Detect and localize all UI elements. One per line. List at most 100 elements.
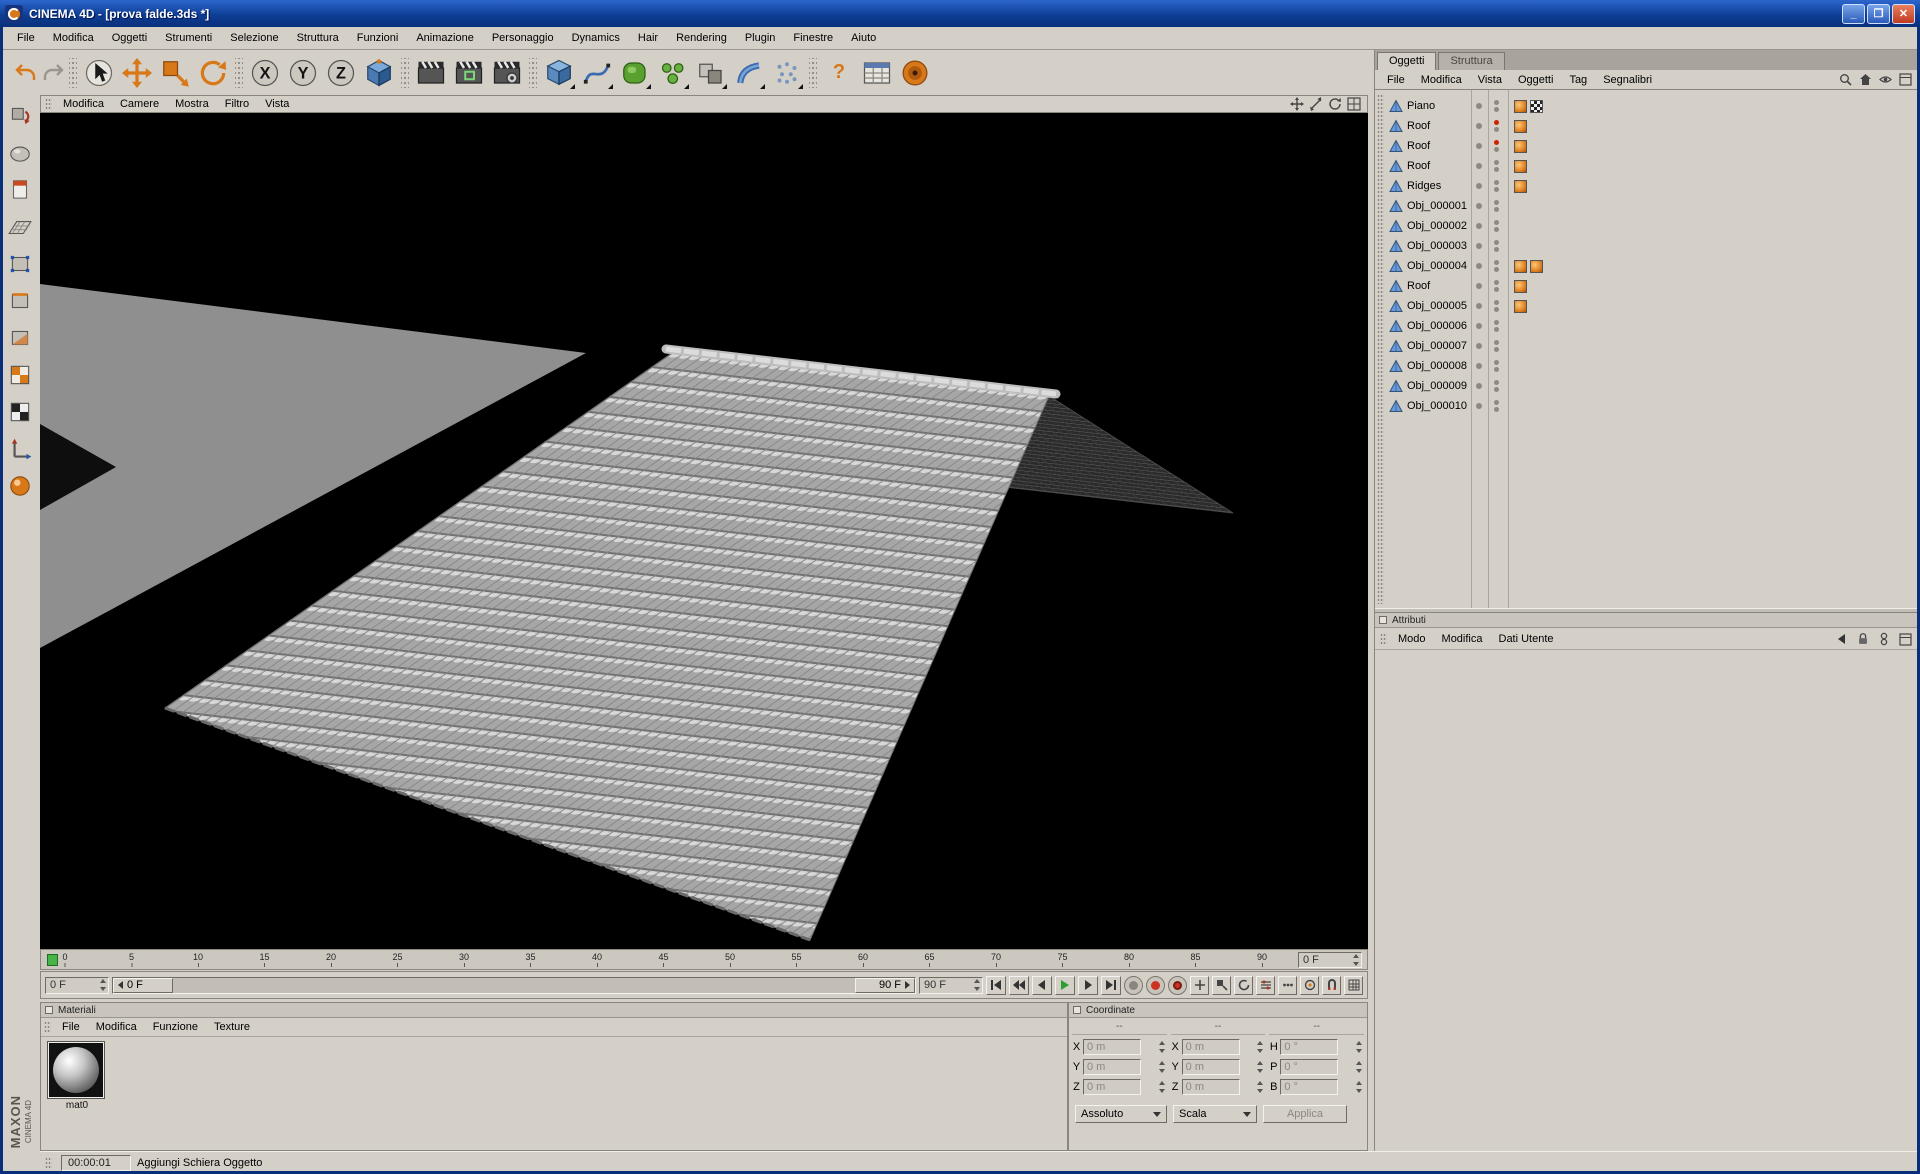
object-name[interactable]: Obj_000001 <box>1407 200 1471 212</box>
record-keyframe-button[interactable] <box>1146 976 1165 995</box>
tab-oggetti[interactable]: Oggetti <box>1377 52 1436 70</box>
primitive-cube-button[interactable] <box>540 54 578 92</box>
make-editable-button[interactable] <box>5 101 35 131</box>
visibility-toggles[interactable] <box>1494 400 1499 412</box>
record-pla-toggle[interactable] <box>1278 976 1297 995</box>
material-thumbnail[interactable] <box>48 1042 104 1098</box>
layer-dot-icon[interactable] <box>1476 103 1482 109</box>
visibility-toggles[interactable] <box>1494 260 1499 272</box>
phong-tag-icon[interactable] <box>1530 260 1543 273</box>
visibility-toggles[interactable] <box>1494 360 1499 372</box>
menu-item-filtro[interactable]: Filtro <box>217 96 257 112</box>
frame-display-box[interactable]: 0 F <box>1298 952 1362 968</box>
timeline-ruler[interactable]: 051015202530354045505560657075808590 0 F <box>40 949 1368 970</box>
field-pos-x[interactable]: 0 m <box>1083 1039 1141 1055</box>
current-frame-spinner[interactable] <box>98 977 108 993</box>
rotate-tool-button[interactable] <box>194 54 232 92</box>
layer-dot-icon[interactable] <box>1476 403 1482 409</box>
object-name[interactable]: Roof <box>1407 120 1471 132</box>
menu-item-funzione[interactable]: Funzione <box>145 1019 206 1035</box>
record-parameter-toggle[interactable] <box>1256 976 1275 995</box>
menu-item-modifica[interactable]: Modifica <box>1434 631 1491 647</box>
object-row[interactable]: Ridges <box>1375 176 1920 196</box>
record-scale-toggle[interactable] <box>1212 976 1231 995</box>
spinner-rot-p[interactable] <box>1354 1059 1364 1075</box>
position-column-header[interactable]: -- <box>1072 1021 1167 1035</box>
menu-item-dynamics[interactable]: Dynamics <box>563 29 629 47</box>
panel-pin-checkbox[interactable] <box>45 1006 53 1014</box>
rotate-view-button[interactable] <box>1327 97 1343 112</box>
lock-x-button[interactable]: X <box>246 54 284 92</box>
menu-item-plugin[interactable]: Plugin <box>736 29 785 47</box>
rotation-column-header[interactable]: -- <box>1269 1021 1364 1035</box>
object-row[interactable]: Piano <box>1375 96 1920 116</box>
minimize-button[interactable]: _ <box>1842 4 1865 24</box>
hypernurbs-button[interactable] <box>616 54 654 92</box>
play-button[interactable] <box>1055 976 1075 995</box>
object-row[interactable]: Obj_000001 <box>1375 196 1920 216</box>
menu-item-funzioni[interactable]: Funzioni <box>348 29 408 47</box>
model-mode-button[interactable] <box>5 138 35 168</box>
object-row[interactable]: Roof <box>1375 116 1920 136</box>
menu-item-tag[interactable]: Tag <box>1561 72 1595 88</box>
menu-item-modifica[interactable]: Modifica <box>1413 72 1470 88</box>
frame-spinner[interactable] <box>1351 952 1361 968</box>
visibility-toggles[interactable] <box>1494 160 1499 172</box>
object-name[interactable]: Ridges <box>1407 180 1471 192</box>
layer-dot-icon[interactable] <box>1476 123 1482 129</box>
object-row[interactable]: Obj_000004 <box>1375 256 1920 276</box>
phong-tag-icon[interactable] <box>1514 300 1527 313</box>
prev-key-button[interactable] <box>1009 976 1029 995</box>
end-frame-box[interactable]: 90 F <box>919 977 983 994</box>
menu-item-segnalibri[interactable]: Segnalibri <box>1595 72 1660 88</box>
object-axis-mode-button[interactable] <box>5 434 35 464</box>
object-row[interactable]: Obj_000008 <box>1375 356 1920 376</box>
object-name[interactable]: Piano <box>1407 100 1471 112</box>
layer-dot-icon[interactable] <box>1476 323 1482 329</box>
layer-dot-icon[interactable] <box>1476 363 1482 369</box>
phong-tag-icon[interactable] <box>1514 180 1527 193</box>
menu-item-modifica[interactable]: Modifica <box>88 1019 145 1035</box>
spinner-size-z[interactable] <box>1255 1079 1265 1095</box>
menu-item-mostra[interactable]: Mostra <box>167 96 217 112</box>
panel-menu-button[interactable] <box>1897 631 1913 647</box>
layer-dot-icon[interactable] <box>1476 243 1482 249</box>
visibility-toggles[interactable] <box>1494 200 1499 212</box>
texture-page-button[interactable] <box>5 175 35 205</box>
record-rotation-toggle[interactable] <box>1234 976 1253 995</box>
menu-item-personaggio[interactable]: Personaggio <box>483 29 563 47</box>
polygons-mode-button[interactable] <box>5 323 35 353</box>
field-rot-b[interactable]: 0 ° <box>1280 1079 1338 1095</box>
field-pos-y[interactable]: 0 m <box>1083 1059 1141 1075</box>
mode-dropdown[interactable]: Assoluto <box>1075 1105 1167 1123</box>
render-settings-button[interactable] <box>488 54 526 92</box>
visibility-toggles[interactable] <box>1494 380 1499 392</box>
layout-grid-button[interactable] <box>1344 976 1363 995</box>
next-frame-button[interactable] <box>1078 976 1098 995</box>
materials-panel-header[interactable]: Materiali <box>41 1003 1067 1018</box>
layer-dot-icon[interactable] <box>1476 343 1482 349</box>
phong-tag-icon[interactable] <box>1514 160 1527 173</box>
end-frame-spinner[interactable] <box>972 977 982 993</box>
texture-mode-button[interactable] <box>5 360 35 390</box>
materials-menubar[interactable]: FileModificaFunzioneTexture <box>41 1018 1067 1037</box>
menu-item-strumenti[interactable]: Strumenti <box>156 29 221 47</box>
viewport-menubar[interactable]: ModificaCamereMostraFiltroVista <box>40 95 1368 113</box>
object-name[interactable]: Roof <box>1407 280 1471 292</box>
visibility-toggles[interactable] <box>1494 320 1499 332</box>
menu-item-texture[interactable]: Texture <box>206 1019 258 1035</box>
prev-frame-button[interactable] <box>1032 976 1052 995</box>
field-size-y[interactable]: 0 m <box>1182 1059 1240 1075</box>
render-view-button[interactable] <box>412 54 450 92</box>
autokeying-button[interactable] <box>1168 976 1187 995</box>
live-selection-button[interactable] <box>80 54 118 92</box>
size-column-header[interactable]: -- <box>1171 1021 1266 1035</box>
phong-tag-icon[interactable] <box>1514 140 1527 153</box>
object-manager-menubar[interactable]: FileModificaVistaOggettiTagSegnalibri <box>1375 70 1920 90</box>
field-rot-p[interactable]: 0 ° <box>1280 1059 1338 1075</box>
menu-item-camere[interactable]: Camere <box>112 96 167 112</box>
menu-item-modifica[interactable]: Modifica <box>44 29 103 47</box>
redo-button[interactable] <box>39 54 66 92</box>
workplane-button[interactable] <box>5 212 35 242</box>
field-rot-h[interactable]: 0 ° <box>1280 1039 1338 1055</box>
